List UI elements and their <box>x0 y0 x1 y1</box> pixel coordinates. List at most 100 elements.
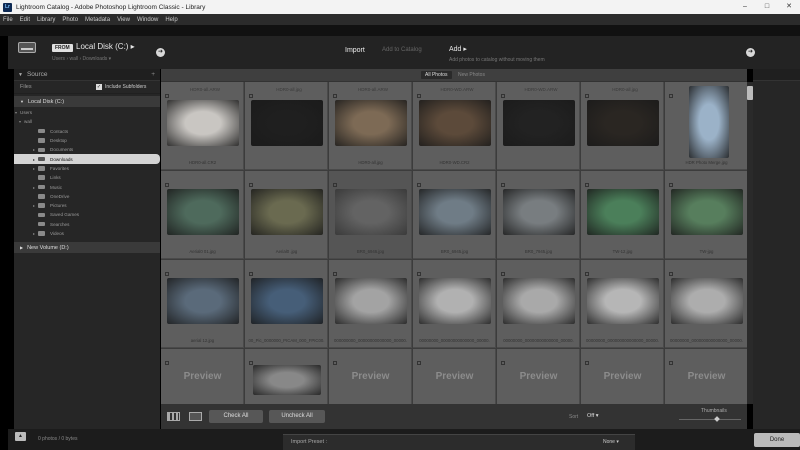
expand-triangle-icon[interactable]: ▸ <box>33 203 35 208</box>
photo-thumbnail[interactable] <box>419 189 491 235</box>
photo-cell[interactable]: Preview <box>665 349 747 404</box>
photo-thumbnail[interactable] <box>251 189 323 235</box>
photo-thumbnail[interactable] <box>419 100 491 146</box>
photo-checkbox[interactable] <box>249 272 253 276</box>
expand-triangle-icon[interactable]: ▸ <box>33 147 35 152</box>
photo-thumbnail[interactable] <box>671 278 743 324</box>
source-panel-header[interactable]: ▼ Source + <box>14 69 160 81</box>
photo-cell[interactable]: 000000000_00000000000000_00000. <box>329 260 412 348</box>
photo-checkbox[interactable] <box>585 361 589 365</box>
photo-checkbox[interactable] <box>417 361 421 365</box>
folder-downloads[interactable]: ▸ Downloads <box>14 154 160 164</box>
expand-triangle-icon[interactable]: ▸ <box>33 166 35 171</box>
photo-thumbnail[interactable] <box>689 86 729 158</box>
menu-item-view[interactable]: View <box>117 17 130 23</box>
menu-item-help[interactable]: Help <box>165 17 177 23</box>
photo-thumbnail[interactable] <box>251 100 323 146</box>
photo-checkbox[interactable] <box>249 183 253 187</box>
drive-local-disk-c[interactable]: ▼ Local Disk (C:) <box>14 96 160 107</box>
photo-checkbox[interactable] <box>249 94 253 98</box>
photo-cell[interactable]: HDR0-all.jpg <box>245 82 328 170</box>
photo-cell[interactable] <box>245 349 328 404</box>
filter-new-photos[interactable]: New Photos <box>458 72 485 78</box>
photo-cell[interactable]: BR0_7945.jpg <box>497 171 580 259</box>
sort-dropdown[interactable]: Off ▾ <box>587 413 599 419</box>
photo-checkbox[interactable] <box>585 183 589 187</box>
loupe-view-icon[interactable] <box>189 412 202 421</box>
photo-cell[interactable]: HDR0-WD.ARW <box>497 82 580 170</box>
expand-triangle-icon[interactable]: ▸ <box>33 157 35 162</box>
slider-knob[interactable] <box>714 416 720 422</box>
include-subfolders-checkbox[interactable]: ✓ <box>96 84 102 90</box>
photo-thumbnail[interactable] <box>335 189 407 235</box>
photo-cell[interactable]: Preview <box>161 349 244 404</box>
photo-cell[interactable]: Preview <box>329 349 412 404</box>
photo-thumbnail[interactable] <box>335 100 407 146</box>
photo-checkbox[interactable] <box>501 361 505 365</box>
photo-checkbox[interactable] <box>417 272 421 276</box>
folder-wall[interactable]: ▾ wall <box>14 117 160 126</box>
toggle-panel-icon[interactable]: ▲ <box>15 432 26 441</box>
folder-desktop[interactable]: Desktop <box>14 136 160 145</box>
uncheck-all-button[interactable]: Uncheck All <box>269 410 325 423</box>
minimize-icon[interactable]: – <box>734 0 756 14</box>
photo-cell[interactable]: BR0_6946.jpg <box>329 171 412 259</box>
filter-all-photos[interactable]: All Photos <box>421 71 452 79</box>
photo-cell[interactable]: 00000000_00000000000000_00000. <box>413 260 496 348</box>
expand-triangle-icon[interactable]: ▸ <box>33 185 35 190</box>
photo-thumbnail[interactable] <box>587 189 659 235</box>
photo-cell[interactable]: 00_Pic_0000000_PICAM_000_FPIC00. <box>245 260 328 348</box>
photo-checkbox[interactable] <box>249 361 253 365</box>
photo-cell[interactable]: 00000000_000000000000000_00000. <box>665 260 747 348</box>
menu-item-photo[interactable]: Photo <box>62 17 78 23</box>
photo-thumbnail[interactable] <box>167 100 239 146</box>
photo-cell[interactable]: Aerial0 01.jpg <box>161 171 244 259</box>
maximize-icon[interactable]: □ <box>756 0 778 14</box>
photo-cell[interactable]: HDR0-all.ARW HDR0-all.jpg <box>329 82 412 170</box>
photo-checkbox[interactable] <box>333 94 337 98</box>
photo-cell[interactable]: HDR0-WD.ARW HDR0-WD.CR2 <box>413 82 496 170</box>
photo-checkbox[interactable] <box>501 272 505 276</box>
expand-triangle-icon[interactable]: ▾ <box>19 119 21 124</box>
folder-links[interactable]: Links <box>14 173 160 182</box>
photo-thumbnail[interactable] <box>503 278 575 324</box>
photo-checkbox[interactable] <box>669 272 673 276</box>
source-selector[interactable]: Local Disk (C:) ▸ <box>76 42 135 51</box>
photo-thumbnail[interactable] <box>251 278 323 324</box>
photo-checkbox[interactable] <box>165 361 169 365</box>
photo-thumbnail[interactable] <box>253 365 321 395</box>
photo-thumbnail[interactable] <box>587 278 659 324</box>
arrow-right-icon[interactable]: ➜ <box>746 48 755 57</box>
photo-checkbox[interactable] <box>165 183 169 187</box>
photo-checkbox[interactable] <box>165 272 169 276</box>
photo-checkbox[interactable] <box>501 183 505 187</box>
menu-item-library[interactable]: Library <box>37 17 55 23</box>
photo-checkbox[interactable] <box>585 272 589 276</box>
folder-users[interactable]: ▾ Users <box>14 108 160 117</box>
close-icon[interactable]: ✕ <box>778 0 800 14</box>
expand-triangle-icon[interactable]: ▸ <box>33 231 35 236</box>
photo-cell[interactable]: TW-jpg <box>665 171 747 259</box>
photo-cell[interactable]: Preview <box>413 349 496 404</box>
grid-view-icon[interactable] <box>167 412 180 421</box>
photo-thumbnail[interactable] <box>587 100 659 146</box>
menu-item-edit[interactable]: Edit <box>20 17 30 23</box>
photo-checkbox[interactable] <box>417 183 421 187</box>
photo-checkbox[interactable] <box>417 94 421 98</box>
photo-cell[interactable]: TW-12.jpg <box>581 171 664 259</box>
photo-thumbnail[interactable] <box>503 100 575 146</box>
photo-cell[interactable]: HDR0-all.ARW HDR0-all.CR2 <box>161 82 244 170</box>
folder-documents[interactable]: ▸ Documents <box>14 145 160 154</box>
folder-music[interactable]: ▸ Music <box>14 182 160 191</box>
photo-cell[interactable]: HDR0-all.jpgHDR Photo Merge.jpg <box>665 82 747 170</box>
done-button[interactable]: Done <box>754 433 800 447</box>
expand-triangle-icon[interactable]: ▾ <box>15 110 17 115</box>
menu-item-metadata[interactable]: Metadata <box>85 17 110 23</box>
check-all-button[interactable]: Check All <box>209 410 263 423</box>
photo-thumbnail[interactable] <box>671 189 743 235</box>
folder-searches[interactable]: Searches <box>14 220 160 229</box>
folder-pictures[interactable]: ▸ Pictures <box>14 201 160 210</box>
photo-checkbox[interactable] <box>165 94 169 98</box>
folder-videos[interactable]: ▸ Videos <box>14 229 160 238</box>
photo-thumbnail[interactable] <box>167 278 239 324</box>
